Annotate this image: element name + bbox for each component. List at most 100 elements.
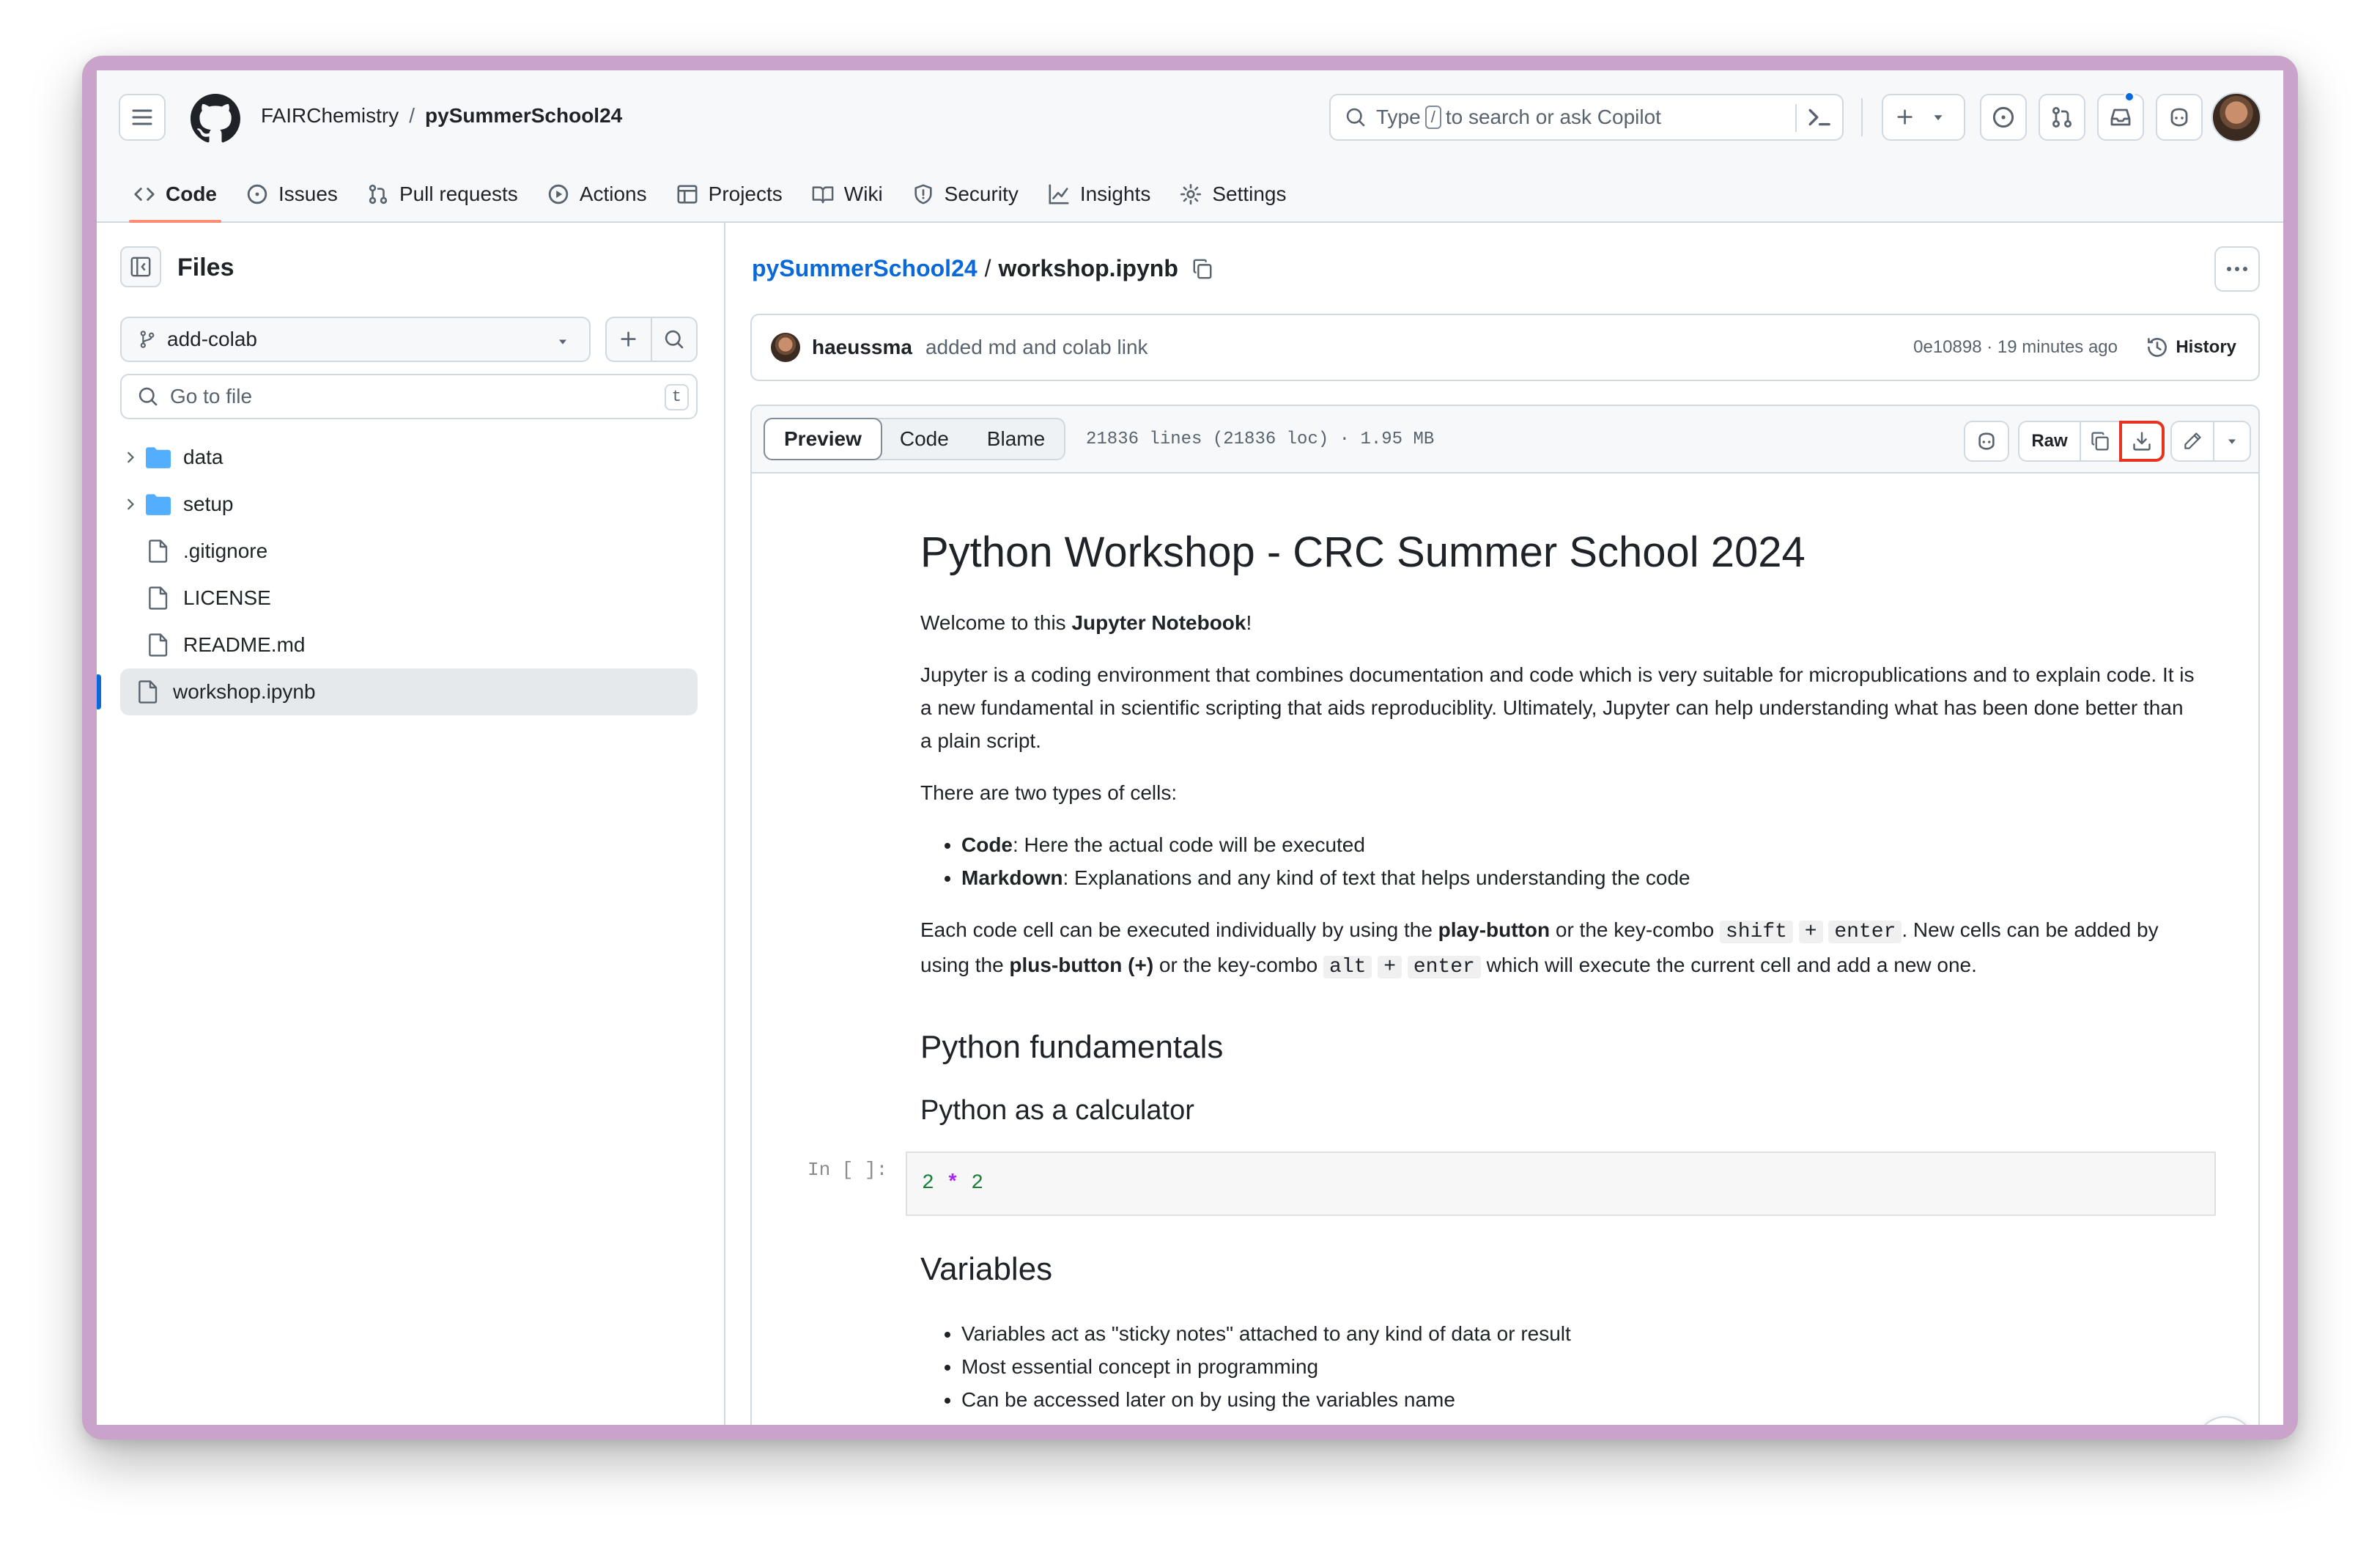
raw-button[interactable]: Raw (2018, 421, 2081, 462)
shortcut-key: t (664, 384, 689, 410)
text-span: : Here the actual code will be executed (1013, 833, 1365, 856)
file-icon (138, 680, 158, 704)
text-span: which will execute the current cell and … (1480, 954, 1977, 976)
repo-root-link[interactable]: pySummerSchool24 (752, 255, 978, 282)
tree-item-license[interactable]: LICENSE (107, 575, 698, 622)
header-divider (1861, 98, 1863, 136)
blame-tab[interactable]: Blame (968, 419, 1064, 459)
list-item: Most essential concept in programming (961, 1350, 2195, 1383)
pull-requests-button[interactable] (2039, 94, 2085, 141)
tab-settings[interactable]: Settings (1165, 166, 1301, 223)
issues-button[interactable] (1980, 94, 2027, 141)
inbox-icon (2110, 108, 2131, 126)
tab-issues[interactable]: Issues (232, 166, 352, 223)
history-button[interactable]: History (2146, 336, 2236, 358)
text-span: Each code cell can be executed individua… (920, 918, 1438, 941)
tab-actions[interactable]: Actions (533, 166, 662, 223)
git-pull-request-icon (2052, 107, 2072, 128)
pencil-icon (2184, 432, 2201, 449)
sidebar-title: Files (177, 254, 234, 281)
chevron-right-icon (128, 452, 134, 463)
caret-down-icon (1934, 115, 1943, 121)
commit-author[interactable]: haeussma (812, 336, 912, 359)
add-file-button[interactable] (605, 317, 652, 362)
tab-pull-requests[interactable]: Pull requests (352, 166, 533, 223)
search-placeholder-prefix: Type (1376, 106, 1421, 128)
edit-options-dropdown[interactable] (2213, 421, 2251, 462)
bold-text: Markdown (961, 866, 1063, 889)
branch-selector[interactable]: add-colab (120, 317, 591, 362)
commit-meta[interactable]: 0e10898 · 19 minutes ago (1913, 337, 2118, 358)
tree-item-gitignore[interactable]: .gitignore (107, 528, 698, 575)
folder-icon (146, 447, 171, 468)
copy-icon (2091, 432, 2109, 451)
tree-item-data[interactable]: data (107, 434, 698, 481)
tab-code[interactable]: Code (119, 166, 232, 223)
code-cell-input: 2 * 2 (906, 1151, 2216, 1216)
tab-projects[interactable]: Projects (662, 166, 797, 223)
tree-item-workshop[interactable]: workshop.ipynb (97, 668, 698, 715)
tree-item-readme[interactable]: README.md (107, 622, 698, 668)
tree-item-label: workshop.ipynb (173, 680, 316, 703)
edit-file-button[interactable] (2170, 421, 2214, 462)
owner-link[interactable]: FAIRChemistry (261, 104, 399, 127)
kebab-horizontal-icon (2227, 267, 2247, 271)
cells-intro-paragraph: There are two types of cells: (920, 781, 1178, 804)
file-view: pySummerSchool24 / workshop.ipynb haeuss… (727, 223, 2283, 1425)
search-icon (138, 387, 158, 406)
user-avatar[interactable] (2211, 92, 2261, 142)
create-new-button[interactable] (1882, 94, 1965, 141)
copy-path-icon[interactable] (1191, 258, 1213, 280)
download-raw-button[interactable] (2119, 421, 2165, 462)
tab-insights[interactable]: Insights (1033, 166, 1166, 223)
bold-text: plus-button (+) (1009, 954, 1154, 976)
pull-request-icon (369, 184, 388, 204)
file-breadcrumb: pySummerSchool24 / workshop.ipynb (752, 255, 1213, 282)
author-avatar[interactable] (771, 333, 800, 362)
file-tree: data setup .gitignore LICENSE README.md (97, 434, 698, 715)
more-options-button[interactable] (2214, 246, 2260, 292)
list-item: Can be accessed later on by using the va… (961, 1383, 2195, 1416)
latest-commit-bar: haeussma added md and colab link 0e10898… (750, 314, 2260, 381)
file-tree-sidebar: Files add-colab Go to file t data setup … (97, 223, 725, 1425)
copilot-button[interactable] (2156, 94, 2203, 141)
notebook-preview: Python Workshop - CRC Summer School 2024… (752, 473, 2258, 1425)
repo-link[interactable]: pySummerSchool24 (425, 104, 622, 127)
repo-nav-tabs: Code Issues Pull requests Actions Projec… (119, 166, 1301, 223)
hamburger-icon (132, 109, 152, 125)
code-tab[interactable]: Code (881, 419, 968, 459)
section-heading: Python fundamentals (920, 1029, 1224, 1065)
caret-down-icon (559, 339, 566, 344)
list-item: Variables act as "sticky notes" attached… (961, 1317, 2195, 1350)
github-logo-icon[interactable] (191, 94, 240, 144)
preview-tab[interactable]: Preview (764, 418, 882, 460)
branch-name: add-colab (167, 328, 257, 350)
collapse-sidebar-button[interactable] (120, 246, 161, 287)
search-divider (1795, 104, 1797, 132)
command-palette-icon[interactable] (1806, 104, 1832, 130)
file-content-box: Preview Code Blame 21836 lines (21836 lo… (750, 405, 2260, 1425)
search-shortcut-key: / (1424, 106, 1441, 129)
issue-opened-icon (1992, 106, 2014, 128)
view-mode-switch: Preview Code Blame (764, 418, 1066, 460)
text-span: ! (1246, 611, 1252, 634)
text-span: Welcome to this (920, 611, 1072, 634)
tab-security[interactable]: Security (898, 166, 1033, 223)
copy-raw-button[interactable] (2080, 421, 2121, 462)
inbox-button[interactable] (2097, 94, 2144, 141)
search-input[interactable]: Type / to search or ask Copilot (1329, 94, 1844, 141)
search-files-button[interactable] (651, 317, 698, 362)
menu-button[interactable] (119, 94, 166, 141)
inline-code: alt (1323, 956, 1372, 978)
chevron-right-icon (128, 498, 134, 510)
code-cell: In [ ]: 2 * 2 (808, 1151, 2216, 1216)
ask-copilot-button[interactable] (1964, 421, 2009, 462)
notification-dot (2124, 91, 2135, 103)
tree-item-label: README.md (183, 633, 306, 656)
text-span: : Explanations and any kind of text that… (1062, 866, 1690, 889)
commit-message[interactable]: added md and colab link (925, 336, 1148, 359)
go-to-file-input[interactable]: Go to file t (120, 374, 698, 419)
cell-types-list: Code: Here the actual code will be execu… (961, 828, 2195, 894)
tab-wiki[interactable]: Wiki (797, 166, 898, 223)
tree-item-setup[interactable]: setup (107, 481, 698, 528)
